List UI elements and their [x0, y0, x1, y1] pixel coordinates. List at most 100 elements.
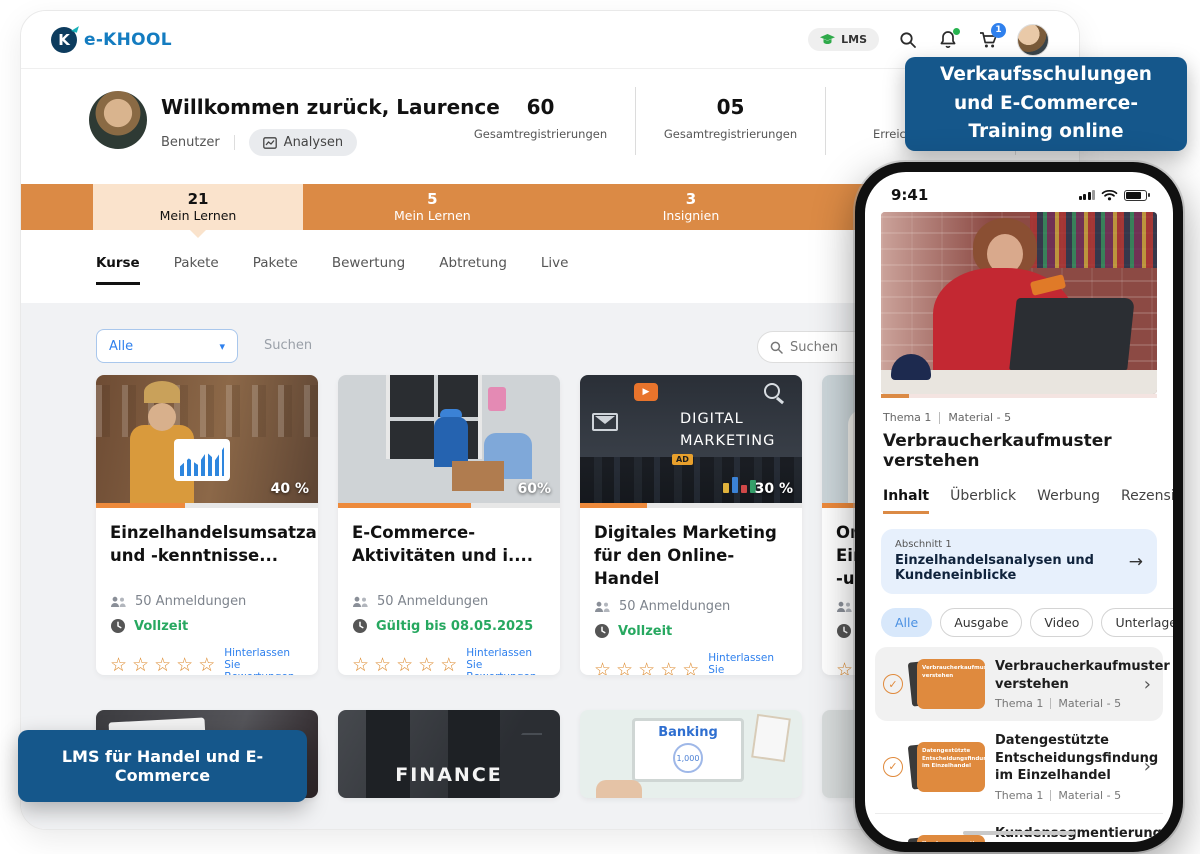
check-circle-icon: ✓ — [883, 674, 903, 695]
course-card-finance[interactable]: FINANCE — [338, 710, 560, 798]
user-avatar[interactable] — [1017, 23, 1049, 56]
arrow-right-icon[interactable]: → — [1129, 552, 1143, 572]
star-icon[interactable]: ☆ — [374, 655, 391, 675]
chip-label: Unterlagen — [1115, 615, 1173, 630]
star-icon[interactable]: ☆ — [132, 655, 149, 675]
lms-badge-label: LMS — [841, 33, 867, 46]
schedule-label: Gültig bis 08.05.2025 — [376, 618, 534, 634]
lesson-video[interactable] — [881, 212, 1157, 394]
star-icon[interactable]: ☆ — [198, 655, 215, 675]
phone-tabs: Inhalt Überblick Werbung Rezension Komme… — [883, 488, 1173, 514]
enrollment-count: 50 Anmeldungen — [619, 599, 731, 615]
lesson-item-2[interactable]: ✓ Datengestützte Entscheidungsfindung im… — [875, 721, 1163, 813]
analytics-button[interactable]: Analysen — [248, 129, 358, 156]
video-progress-bar[interactable] — [881, 394, 1157, 398]
tab-pakete-2[interactable]: Pakete — [253, 255, 298, 285]
clock-icon — [353, 619, 367, 633]
progress-badge: 60% — [517, 481, 551, 497]
star-icon[interactable]: ☆ — [638, 660, 655, 675]
leave-review-link[interactable]: Hinterlassen Sie Bewertungen — [708, 652, 788, 675]
star-icon[interactable]: ☆ — [154, 655, 171, 675]
lesson-title: Verbraucherkaufmuster verstehen — [883, 431, 1112, 471]
lesson-breadcrumb: Thema 1 Material - 5 — [883, 411, 1155, 424]
screen: K e-KHOOL LMS 1 Willkommen zurück, Laure… — [0, 0, 1200, 854]
course-image: DIGITAL MARKETING ▶ AD 30 % — [580, 375, 802, 503]
lesson-item-1[interactable]: ✓ Verbraucherkaufmuster verstehen Verbra… — [875, 647, 1170, 722]
play-icon: ▶ — [634, 383, 658, 401]
chevron-right-icon[interactable]: › — [1140, 756, 1155, 777]
tab-inhalt[interactable]: Inhalt — [883, 488, 930, 514]
cellular-signal-icon — [1078, 190, 1095, 200]
notification-dot — [953, 27, 960, 35]
profile-avatar[interactable] — [89, 91, 147, 149]
home-indicator[interactable] — [963, 831, 1075, 835]
lesson-item-3[interactable]: ✓ Kundensegmentierung und Zielgruppenans… — [875, 812, 1163, 842]
stat-registrations-2: 05 Gesamtregistrierungen — [636, 87, 826, 155]
search-icon[interactable] — [897, 29, 919, 51]
people-icon — [111, 596, 126, 607]
tab-live[interactable]: Live — [541, 255, 569, 285]
learnbar-item-insignien[interactable]: 3 Insignien — [562, 184, 821, 230]
category-dropdown[interactable]: Alle ▾ — [96, 329, 238, 363]
people-icon — [837, 601, 852, 612]
star-icon[interactable]: ☆ — [352, 655, 369, 675]
section-card[interactable]: Abschnitt 1 Einzelhandelsanalysen und Ku… — [881, 529, 1157, 594]
lesson-thumbnail: Datengestützte Entscheidungsfindung im E… — [907, 741, 985, 792]
header-actions: LMS 1 — [808, 22, 1049, 56]
chip-video[interactable]: Video — [1030, 608, 1094, 637]
tab-abtretung[interactable]: Abtretung — [439, 255, 507, 285]
phone-mockup: 9:41 Thema 1 Material - 5 Verbraucherkau… — [855, 162, 1183, 852]
cart-icon[interactable]: 1 — [977, 22, 1006, 51]
course-card-ecommerce[interactable]: 60% E-Commerce-Aktivitäten und i.... 50 … — [338, 375, 560, 675]
course-title[interactable]: E-Commerce-Aktivitäten und i.... — [352, 521, 546, 585]
lesson-item-title: Verbraucherkaufmuster verstehen — [995, 659, 1170, 692]
notification-bell-icon[interactable] — [937, 27, 960, 51]
tab-ueberblick[interactable]: Überblick — [950, 488, 1016, 514]
tab-rezension[interactable]: Rezension — [1121, 488, 1173, 514]
course-title[interactable]: Digitales Marketing für den Online-Hande… — [594, 521, 788, 590]
logo[interactable]: K e-KHOOL — [51, 26, 172, 53]
learnbar-item-mein-lernen-2[interactable]: 5 Mein Lernen — [303, 184, 562, 230]
chevron-right-icon[interactable]: › — [1140, 674, 1155, 695]
search-placeholder: Suchen — [790, 339, 839, 355]
image-caption: Banking — [658, 725, 718, 740]
star-icon[interactable]: ☆ — [440, 655, 457, 675]
search-label: Suchen — [264, 338, 313, 353]
chip-alle[interactable]: Alle — [881, 608, 933, 637]
tab-kurse[interactable]: Kurse — [96, 255, 140, 285]
course-title[interactable]: Einzelhandelsumsatzanalyse und -kenntnis… — [110, 521, 318, 585]
enrollment-count: 50 Anmeldungen — [135, 594, 247, 609]
clock-icon — [111, 619, 125, 633]
leave-review-link[interactable]: Hinterlassen Sie Bewertungen — [224, 647, 304, 675]
star-icon[interactable]: ☆ — [660, 660, 677, 675]
star-icon[interactable]: ☆ — [836, 660, 853, 675]
star-icon[interactable]: ☆ — [110, 655, 127, 675]
course-card-digitales-marketing[interactable]: DIGITAL MARKETING ▶ AD 30 % Digitales Ma… — [580, 375, 802, 675]
chart-icon — [262, 136, 277, 149]
star-icon[interactable]: ☆ — [594, 660, 611, 675]
tab-pakete[interactable]: Pakete — [174, 255, 219, 285]
star-icon[interactable]: ☆ — [616, 660, 633, 675]
promo-banner-bottom: LMS für Handel und E-Commerce — [18, 730, 307, 802]
cart-count-badge: 1 — [991, 22, 1006, 38]
chip-ausgabe[interactable]: Ausgabe — [940, 608, 1023, 637]
stat-registrations: 60 Gesamtregistrierungen — [446, 87, 636, 155]
learnbar-item-mein-lernen[interactable]: 21 Mein Lernen — [93, 184, 303, 230]
leave-review-link[interactable]: Hinterlassen Sie Bewertungen — [466, 647, 546, 675]
course-card-einzelhandelsumsatz[interactable]: 40 % Einzelhandelsumsatzanalyse und -ken… — [96, 375, 318, 675]
people-icon — [353, 596, 368, 607]
chip-unterlagen[interactable]: Unterlagen ▾ — [1101, 608, 1173, 637]
ad-label: AD — [672, 454, 693, 465]
tab-bewertung[interactable]: Bewertung — [332, 255, 405, 285]
star-icon[interactable]: ☆ — [682, 660, 699, 675]
clock-icon — [837, 624, 851, 639]
tab-werbung[interactable]: Werbung — [1037, 488, 1100, 514]
star-icon[interactable]: ☆ — [418, 655, 435, 675]
course-card-banking[interactable]: Banking 1,000 — [580, 710, 802, 798]
star-icon[interactable]: ☆ — [176, 655, 193, 675]
lms-badge[interactable]: LMS — [808, 28, 879, 51]
filter-chips: Alle Ausgabe Video Unterlagen ▾ — [881, 608, 1173, 637]
people-icon — [595, 601, 610, 612]
chevron-down-icon: ▾ — [219, 339, 225, 353]
star-icon[interactable]: ☆ — [396, 655, 413, 675]
